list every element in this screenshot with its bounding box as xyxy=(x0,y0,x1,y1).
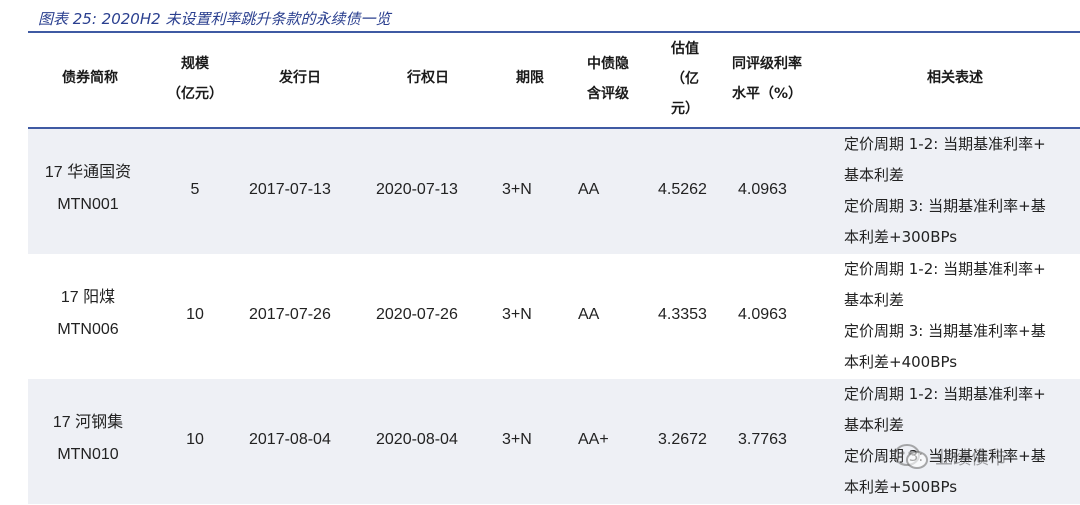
header-scale-line2: （亿元） xyxy=(167,86,223,102)
bond-name-line1: 17 河钢集 xyxy=(52,414,124,431)
bond-name-line1: 17 阳煤 xyxy=(60,289,116,306)
exercise-date: 2020-08-04 xyxy=(376,431,458,448)
header-exercise-date: 行权日 xyxy=(407,70,449,86)
description: 定价周期 1-2: 当期基准利率+ 基本利差 定价周期 3: 当期基准利率+基 … xyxy=(844,129,1080,253)
table-header: 债券简称 规模 （亿元） 发行日 行权日 期限 中债隐 含评级 估值 （亿 元）… xyxy=(0,34,1080,126)
description-line: 基本利差 xyxy=(844,291,905,309)
description-line: 本利差+500BPs xyxy=(844,478,958,496)
bond-name-line2: MTN006 xyxy=(57,321,119,338)
rate-level: 3.7763 xyxy=(738,431,787,448)
description-line: 定价周期 3: 当期基准利率+基 xyxy=(844,322,1046,340)
rate-level: 4.0963 xyxy=(738,306,787,323)
rate-level: 4.0963 xyxy=(738,181,787,198)
exercise-date: 2020-07-13 xyxy=(376,181,458,198)
bond-scale: 10 xyxy=(186,431,204,448)
caption-divider xyxy=(28,31,1080,33)
table-row: 17 河钢集 MTN010 10 2017-08-04 2020-08-04 3… xyxy=(28,379,1080,504)
header-rate-line2: 水平（%） xyxy=(732,86,803,102)
header-term: 期限 xyxy=(516,70,544,86)
bond-scale: 5 xyxy=(190,181,200,198)
description-line: 定价周期 1-2: 当期基准利率+ xyxy=(844,260,1046,278)
bond-name-line1: 17 华通国资 xyxy=(44,164,132,181)
bond-name-line2: MTN001 xyxy=(57,196,119,213)
figure-caption: 图表 25: 2020H2 未设置利率跳升条款的永续债一览 xyxy=(38,10,391,28)
table-row: 17 华通国资 MTN001 5 2017-07-13 2020-07-13 3… xyxy=(28,129,1080,254)
header-scale-line1: 规模 xyxy=(181,56,209,72)
description-line: 基本利差 xyxy=(844,166,905,184)
header-rating-line1: 中债隐 xyxy=(587,56,629,72)
description-line: 基本利差 xyxy=(844,416,905,434)
table-row: 17 阳煤 MTN006 10 2017-07-26 2020-07-26 3+… xyxy=(28,254,1080,379)
description: 定价周期 1-2: 当期基准利率+ 基本利差 定价周期 3: 当期基准利率+基 … xyxy=(844,254,1080,378)
description-line: 定价周期 1-2: 当期基准利率+ xyxy=(844,135,1046,153)
issue-date: 2017-07-13 xyxy=(249,181,331,198)
description-line: 定价周期 3: 当期基准利率+基 xyxy=(844,197,1046,215)
term: 3+N xyxy=(502,431,532,448)
valuation: 4.5262 xyxy=(658,181,707,198)
watermark-text: 业绩债市 xyxy=(935,448,1007,469)
description: 定价周期 1-2: 当期基准利率+ 基本利差 定价周期 3: 当期基准利率+基 … xyxy=(844,379,1080,503)
header-issue-date: 发行日 xyxy=(279,70,321,86)
description-line: 本利差+300BPs xyxy=(844,228,958,246)
description-line: 定价周期 1-2: 当期基准利率+ xyxy=(844,385,1046,403)
implied-rating: AA+ xyxy=(578,431,609,448)
header-name: 债券简称 xyxy=(62,70,118,86)
exercise-date: 2020-07-26 xyxy=(376,306,458,323)
implied-rating: AA xyxy=(578,306,600,323)
watermark: 业绩债市 xyxy=(893,443,1007,471)
term: 3+N xyxy=(502,306,532,323)
description-line: 本利差+400BPs xyxy=(844,353,958,371)
term: 3+N xyxy=(502,181,532,198)
valuation: 4.3353 xyxy=(658,306,707,323)
issue-date: 2017-07-26 xyxy=(249,306,331,323)
header-rate-line1: 同评级利率 xyxy=(732,56,802,72)
header-valuation-line3: 元） xyxy=(671,101,699,117)
header-valuation-line1: 估值 xyxy=(671,41,699,57)
valuation: 3.2672 xyxy=(658,431,707,448)
issue-date: 2017-08-04 xyxy=(249,431,331,448)
header-description: 相关表述 xyxy=(927,70,983,86)
header-rating-line2: 含评级 xyxy=(587,86,629,102)
bond-scale: 10 xyxy=(186,306,204,323)
wechat-icon xyxy=(894,444,928,469)
header-valuation-line2: （亿 xyxy=(671,71,699,87)
bond-name-line2: MTN010 xyxy=(57,446,119,463)
implied-rating: AA xyxy=(578,181,600,198)
